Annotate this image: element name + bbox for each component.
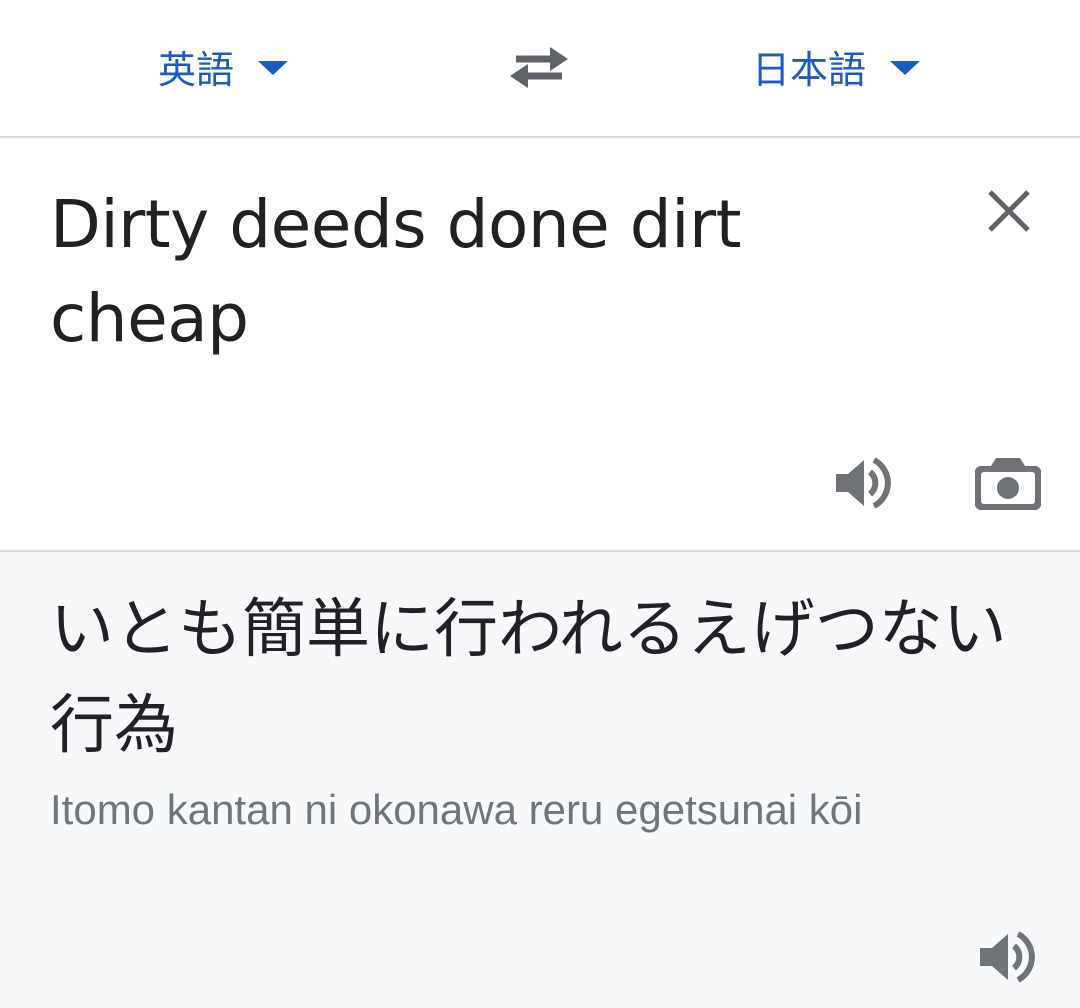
romanization-text: Itomo kantan ni okonawa reru egetsunai k…: [50, 786, 863, 833]
target-language-label: 日本語: [752, 47, 867, 92]
speaker-icon[interactable]: [974, 924, 1040, 990]
translation-area: いとも簡単に行われるえげつない行為 Itomo kantan ni okonaw…: [0, 552, 1080, 1008]
caret-down-icon: [890, 61, 921, 75]
target-language-selector[interactable]: 日本語: [752, 36, 921, 96]
language-bar: 英語 日本語: [0, 0, 1080, 138]
caret-down-icon: [258, 61, 289, 75]
camera-icon[interactable]: [972, 450, 1044, 516]
translation-text: いとも簡単に行われるえげつない行為: [50, 593, 1007, 763]
source-text-area[interactable]: Dirty deeds done dirt cheap: [0, 138, 1080, 552]
close-icon[interactable]: [980, 182, 1038, 240]
swap-arrows-icon[interactable]: [506, 40, 572, 94]
source-text[interactable]: Dirty deeds done dirt cheap: [50, 178, 910, 366]
source-language-selector[interactable]: 英語: [158, 36, 289, 96]
speaker-icon[interactable]: [830, 450, 896, 516]
source-language-label: 英語: [158, 47, 235, 92]
